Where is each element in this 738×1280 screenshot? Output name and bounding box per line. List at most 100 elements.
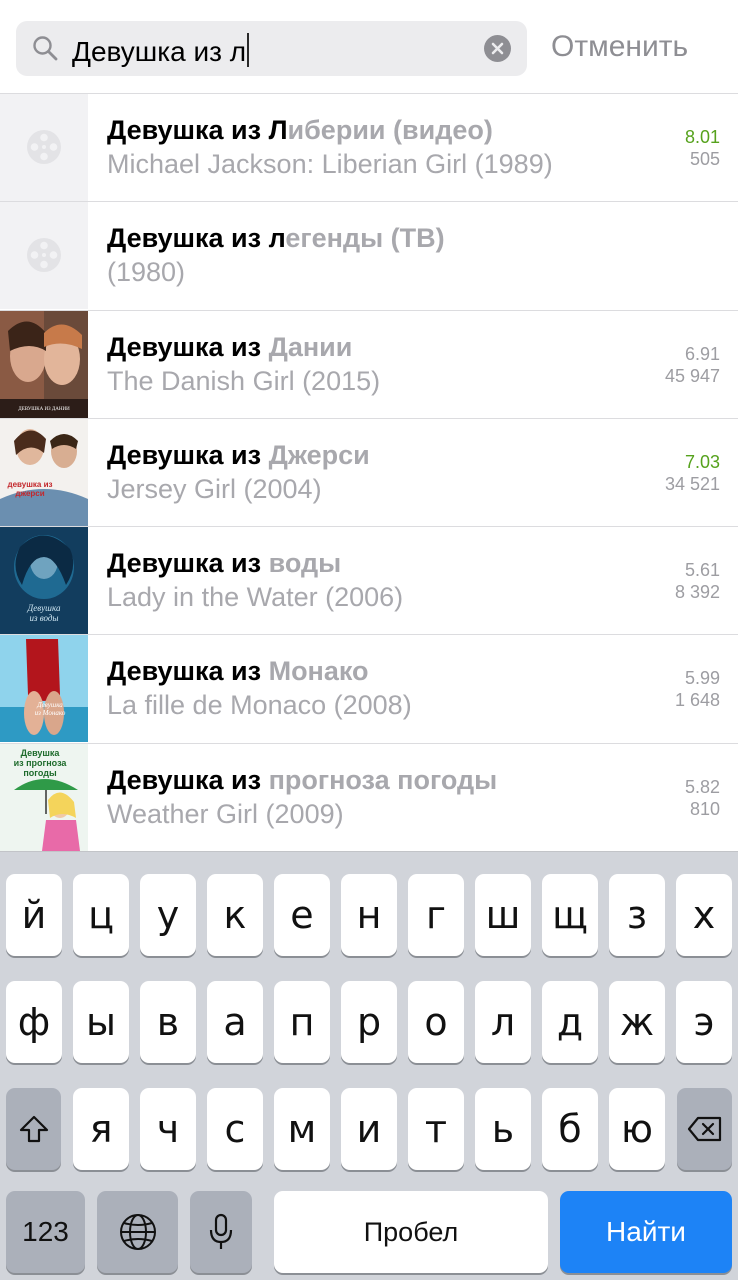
result-rating: 8.01 <box>684 127 720 147</box>
key-row3-2[interactable]: ч <box>140 1088 196 1170</box>
key-row3-7[interactable]: ь <box>475 1088 531 1170</box>
result-row[interactable]: Девушка из Монако Девушка из Монако La fill… <box>0 635 738 744</box>
svg-text:Девушка: Девушка <box>21 748 61 758</box>
key-row2-10[interactable]: ж <box>609 981 665 1063</box>
title-rest-text: прогноза погоды <box>268 764 498 795</box>
result-row[interactable]: Девушка из Либерии (видео) Michael Jackso… <box>0 94 738 203</box>
key-row3-3[interactable]: с <box>207 1088 263 1170</box>
search-icon <box>33 36 58 61</box>
poster-image: Девушкаиз воды <box>0 527 88 635</box>
cancel-button[interactable]: Отменить <box>551 28 688 66</box>
svg-text:Девушка: Девушка <box>36 701 63 709</box>
result-rating: 6.91 <box>684 343 720 364</box>
backspace-key[interactable] <box>677 1088 732 1170</box>
key-row1-8[interactable]: ш <box>475 874 531 956</box>
key-row1-4[interactable]: к <box>207 874 263 956</box>
clear-search-button[interactable] <box>484 35 511 62</box>
key-row2-5[interactable]: п <box>274 981 330 1063</box>
key-row3-1[interactable]: я <box>73 1088 129 1170</box>
result-row[interactable]: Девушка из воды Девушка из воды Lady in the… <box>0 527 738 636</box>
result-thumbnail <box>0 202 88 310</box>
key-row2-4[interactable]: а <box>207 981 263 1063</box>
result-title: Девушка из прогноза погоды <box>107 764 497 796</box>
key-row2-6[interactable]: р <box>341 981 397 1063</box>
key-row1-2[interactable]: ц <box>73 874 129 956</box>
key-row1-7[interactable]: г <box>408 874 464 956</box>
keyboard: йцукенгшщзх фывапролджэ ячсмитьбю 123 Пр… <box>0 851 738 1280</box>
result-rating: 5.99 <box>684 668 720 689</box>
title-rest-text: Дании <box>268 331 353 362</box>
result-row[interactable]: Девушка из прогноза погоды Девушка из прогн… <box>0 743 738 851</box>
svg-text:из Монако: из Монако <box>35 709 66 717</box>
svg-text:из воды: из воды <box>29 613 58 623</box>
title-rest-text: Монако <box>268 656 369 687</box>
svg-text:из прогноза: из прогноза <box>14 758 68 768</box>
title-match-text: Девушка из Л <box>107 115 288 145</box>
key-row1-10[interactable]: з <box>609 874 665 956</box>
key-row2-1[interactable]: ф <box>6 981 62 1063</box>
keyboard-row-4: 123 Пробел Найти <box>0 1191 738 1273</box>
result-rating: 5.82 <box>684 776 720 797</box>
result-row[interactable]: девушка из джерси Девушка из Джерси Jersey … <box>0 418 738 528</box>
keyboard-row-2: фывапролджэ <box>0 981 738 1063</box>
key-row3-5[interactable]: и <box>341 1088 397 1170</box>
space-key[interactable]: Пробел <box>274 1191 548 1273</box>
result-title: Девушка из Монако <box>107 655 369 687</box>
clear-icon <box>491 42 504 55</box>
key-row1-9[interactable]: щ <box>542 874 598 956</box>
title-match-text: Девушка из <box>107 656 269 687</box>
result-title: Девушка из Джерси <box>107 439 370 471</box>
key-row1-3[interactable]: у <box>140 874 196 956</box>
title-rest-text: воды <box>268 548 342 579</box>
globe-key[interactable] <box>97 1191 178 1273</box>
text-caret <box>247 33 250 67</box>
key-row1-1[interactable]: й <box>6 874 62 956</box>
result-votes: 810 <box>689 798 720 819</box>
result-title: Девушка из Дании <box>107 331 352 363</box>
key-row3-6[interactable]: т <box>408 1088 464 1170</box>
film-reel-icon <box>27 238 61 273</box>
result-votes: 45 947 <box>664 365 720 386</box>
key-row2-2[interactable]: ы <box>73 981 129 1063</box>
result-subtitle: (1980) <box>107 257 186 288</box>
key-row1-5[interactable]: е <box>274 874 330 956</box>
result-thumbnail: Девушка из прогноза погоды <box>0 743 88 851</box>
dictation-key[interactable] <box>190 1191 252 1273</box>
search-go-key[interactable]: Найти <box>560 1191 732 1273</box>
title-rest-text: Джерси <box>268 439 370 470</box>
key-row2-3[interactable]: в <box>140 981 196 1063</box>
key-row3-8[interactable]: б <box>542 1088 598 1170</box>
title-match-text: Девушка из <box>107 439 269 470</box>
title-match-text: Девушка из <box>107 548 269 579</box>
shift-key[interactable] <box>6 1088 61 1170</box>
result-votes: 1 648 <box>674 690 720 711</box>
result-thumbnail <box>0 94 88 201</box>
keyboard-row-3: ячсмитьбю <box>0 1088 738 1170</box>
result-row[interactable]: Девушка из легенды (ТВ) (1980) <box>0 202 738 311</box>
key-row2-7[interactable]: о <box>408 981 464 1063</box>
result-votes: 8 392 <box>674 582 720 603</box>
svg-text:джерси: джерси <box>15 489 44 498</box>
key-row1-11[interactable]: х <box>676 874 732 956</box>
numbers-key[interactable]: 123 <box>6 1191 85 1273</box>
search-input[interactable]: Девушка из л <box>72 33 250 68</box>
result-thumbnail: Девушка из Монако <box>0 635 88 743</box>
result-votes: 505 <box>689 149 720 169</box>
key-row2-11[interactable]: э <box>676 981 732 1063</box>
keyboard-row-1: йцукенгшщзх <box>0 874 738 956</box>
key-row3-4[interactable]: м <box>274 1088 330 1170</box>
result-subtitle: Jersey Girl (2004) <box>107 473 322 504</box>
search-header: Девушка из л Отменить <box>0 0 738 94</box>
key-row1-6[interactable]: н <box>341 874 397 956</box>
key-row2-8[interactable]: л <box>475 981 531 1063</box>
result-thumbnail: Девушка из воды <box>0 527 88 635</box>
title-match-text: Девушка из л <box>107 223 286 254</box>
key-row2-9[interactable]: д <box>542 981 598 1063</box>
globe-icon <box>119 1214 156 1250</box>
result-row[interactable]: ДЕВУШКА ИЗ ДАНИИ Девушка из Дании The Dani… <box>0 310 738 419</box>
search-field[interactable]: Девушка из л <box>16 21 527 76</box>
title-match-text: Девушка из <box>107 764 269 795</box>
result-rating: 7.03 <box>684 451 720 472</box>
key-row3-9[interactable]: ю <box>609 1088 665 1170</box>
title-rest-text: егенды (ТВ) <box>285 223 445 254</box>
